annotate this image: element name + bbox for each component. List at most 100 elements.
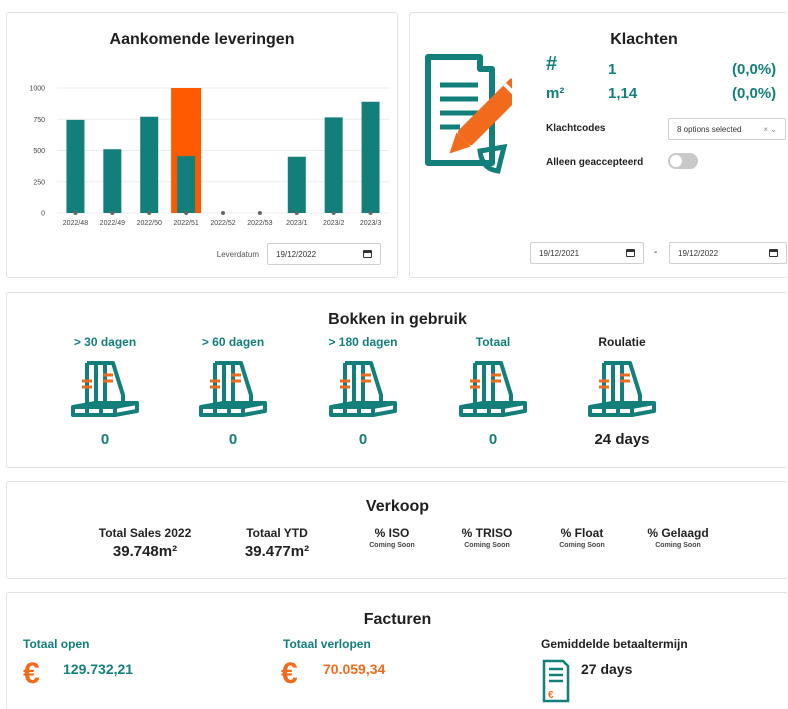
bar[interactable]: [103, 149, 122, 213]
bok-value: 0: [228, 431, 238, 448]
klachten-date-to[interactable]: 19/12/2022: [669, 242, 787, 264]
bar-marker: [184, 211, 189, 215]
stat-label: % TRISO: [461, 526, 513, 540]
stat-value: 39.748m²: [112, 543, 178, 560]
totaal-ytd-stat: Totaal YTD 39.477m²: [227, 526, 327, 560]
accepted-toggle[interactable]: [668, 153, 698, 169]
triso-stat: % TRISO Coming Soon: [450, 526, 524, 549]
klachten-title: Klachten: [610, 31, 678, 48]
gelaagd-stat: % Gelaagd Coming Soon: [637, 526, 719, 549]
klachten-card: Klachten # 1 (0,0%) m² 1,14 (0,0%) Klach…: [409, 12, 788, 278]
deliveries-chart: 0 250 500 750 1000 2022/48 2022/49 2022/50 2022/…: [29, 86, 389, 227]
x-tick-label: 2022/48: [63, 220, 88, 227]
date-from-value: 19/12/2021: [539, 248, 580, 258]
date-to-value: 19/12/2022: [678, 248, 719, 258]
stat-label: % Float: [560, 526, 604, 540]
bar[interactable]: [140, 116, 159, 213]
facturen-card: Facturen Totaal open € 129.732,21 Totaal…: [6, 592, 788, 709]
euro-icon: €: [281, 657, 298, 690]
bar[interactable]: [66, 119, 85, 213]
bar[interactable]: [324, 117, 343, 213]
rack-icon: [459, 361, 527, 417]
stat-label: Total Sales 2022: [98, 526, 192, 540]
date-separator: -: [654, 247, 658, 258]
bok-value: 0: [488, 431, 498, 448]
count-pct: (0,0%): [732, 61, 777, 78]
stat-label: % ISO: [374, 526, 410, 540]
rack-icon: [71, 361, 139, 417]
verkoop-title: Verkoop: [365, 498, 430, 515]
stat-sub: Coming Soon: [559, 542, 605, 549]
klachtcodes-select[interactable]: 8 options selected × ⌄: [668, 118, 786, 140]
klachten-date-from[interactable]: 19/12/2021: [530, 242, 644, 264]
stat-sub: Coming Soon: [464, 542, 510, 549]
bok-label: Totaal: [475, 335, 511, 349]
bar[interactable]: [177, 156, 196, 213]
y-tick-label: 1000: [29, 86, 45, 93]
klachtcodes-label: Klachtcodes: [546, 123, 606, 134]
stat-sub: Coming Soon: [655, 542, 701, 549]
bar-marker: [294, 211, 299, 215]
rack-icon: [199, 361, 267, 417]
x-tick-label: 2023/3: [360, 220, 382, 227]
bok-value: 0: [100, 431, 110, 448]
y-tick-label: 750: [33, 117, 45, 124]
verkoop-card: Verkoop Total Sales 2022 39.748m² Totaal…: [6, 481, 788, 579]
area-pct: (0,0%): [732, 85, 777, 102]
y-tick-label: 250: [33, 179, 45, 186]
bar-marker: [257, 211, 262, 215]
calendar-icon[interactable]: [626, 249, 635, 257]
bok-stat: Roulatie 24 days: [582, 335, 662, 448]
bok-label: > 60 dagen: [201, 335, 265, 349]
x-tick-label: 2022/52: [210, 220, 235, 227]
calendar-icon[interactable]: [363, 250, 372, 258]
stat-sub: Coming Soon: [369, 542, 415, 549]
accepted-label: Alleen geaccepteerd: [546, 157, 644, 168]
total-sales-stat: Total Sales 2022 39.748m²: [83, 526, 207, 560]
bok-stat: > 60 dagen 0: [193, 335, 273, 448]
bar[interactable]: [361, 101, 380, 213]
totaal-open-label: Totaal open: [23, 637, 90, 651]
leverdatum-label: Leverdatum: [216, 249, 259, 259]
bok-label: > 30 dagen: [73, 335, 137, 349]
y-tick-label: 0: [41, 211, 45, 218]
bar[interactable]: [287, 156, 306, 213]
stat-value: 39.477m²: [244, 543, 310, 560]
bar-marker: [147, 211, 152, 215]
totaal-open-value: 129.732,21: [63, 661, 134, 677]
bokken-card: Bokken in gebruik > 30 dagen 0 > 60 dagen 0…: [6, 292, 788, 468]
rack-icon: [329, 361, 397, 417]
x-tick-label: 2023/1: [286, 220, 308, 227]
totaal-verlopen-label: Totaal verlopen: [283, 637, 371, 651]
leveringen-card: Aankomende leveringen 0 250 500 750 1000 2022…: [6, 12, 398, 278]
count-symbol: #: [546, 53, 558, 75]
bar-marker: [368, 211, 373, 215]
x-tick-label: 2022/53: [247, 220, 272, 227]
leverdatum-row: Leverdatum 19/12/2022: [217, 243, 381, 265]
bok-label: Roulatie: [598, 335, 646, 349]
document-pencil-icon: [425, 54, 512, 174]
stat-label: Totaal YTD: [246, 526, 308, 540]
bok-value: 24 days: [594, 431, 650, 448]
leverdatum-input[interactable]: 19/12/2022: [267, 243, 381, 265]
rack-icon: [588, 361, 656, 417]
calendar-icon[interactable]: [769, 249, 778, 257]
bar-marker: [331, 211, 336, 215]
float-stat: % Float Coming Soon: [545, 526, 619, 549]
bok-stat: > 30 dagen 0: [65, 335, 145, 448]
facturen-title: Facturen: [363, 611, 432, 628]
x-tick-label: 2022/49: [100, 220, 125, 227]
bar-marker: [221, 211, 225, 215]
count-value: 1: [608, 61, 617, 78]
euro-icon: €: [23, 657, 40, 690]
stat-label: % Gelaagd: [647, 526, 709, 540]
totaal-verlopen-value: 70.059,34: [323, 661, 386, 677]
bok-value: 0: [358, 431, 368, 448]
bar-marker: [110, 211, 115, 215]
x-tick-label: 2022/50: [137, 220, 162, 227]
klachtcodes-value: 8 options selected: [677, 124, 742, 134]
area-symbol: m²: [546, 85, 565, 102]
area-value: 1,14: [608, 85, 638, 102]
bar-marker: [73, 211, 78, 215]
clear-chevron-icon[interactable]: × ⌄: [763, 125, 777, 134]
